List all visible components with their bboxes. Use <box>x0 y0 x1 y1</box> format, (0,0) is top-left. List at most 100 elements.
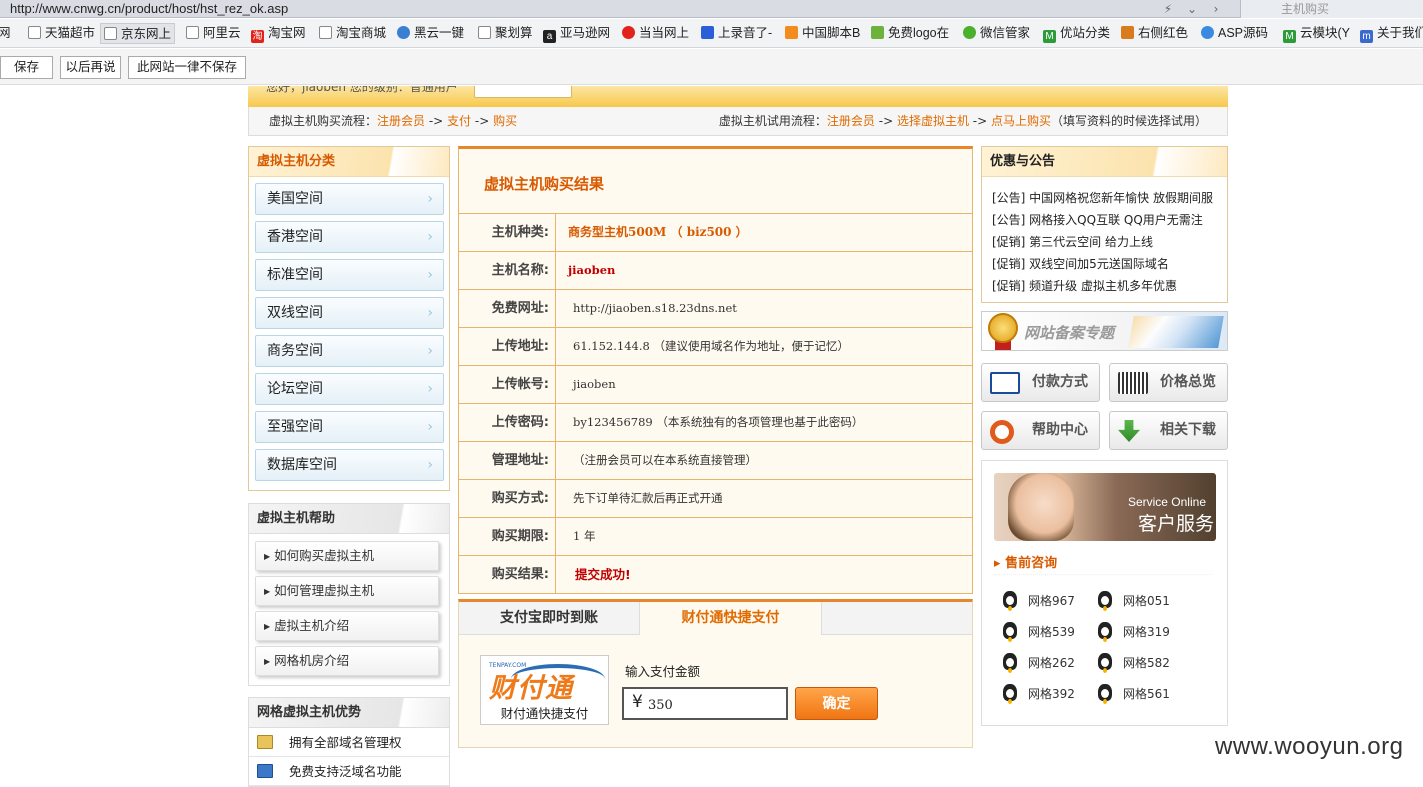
category-forum[interactable]: 论坛空间 › <box>255 373 444 405</box>
purchase-term-value: 1 年 <box>573 529 596 543</box>
bookmark-item[interactable]: M 优站分类 <box>1043 23 1110 44</box>
help-link-intro[interactable]: ▶ 虚拟主机介绍 <box>255 611 439 641</box>
notice-panel: 优惠与公告 [公告] 中国网格祝您新年愉快 放假期间服 [公告] 网格接入QQ互… <box>981 146 1228 303</box>
table-row: 主机种类: 商务型主机500M （ biz500 ） <box>459 214 972 252</box>
bookmark-item[interactable]: 免费logo在 <box>871 23 949 44</box>
lightning-icon[interactable]: ⚡ <box>1157 0 1179 18</box>
bookmark-label: 云模块(Y <box>1300 26 1351 40</box>
never-save-button[interactable]: 此网站一律不保存 <box>128 56 246 79</box>
flow-link-pay[interactable]: 支付 <box>447 114 471 128</box>
amount-input[interactable] <box>648 695 778 715</box>
qq-contact[interactable]: 网格051 <box>1095 591 1170 611</box>
bookmark-item[interactable]: 京东网上 <box>100 23 176 44</box>
bookmark-label: 右侧红色 <box>1138 26 1189 40</box>
save-password-button[interactable]: 保存 <box>0 56 53 79</box>
category-label: 香港空间 <box>267 229 323 245</box>
trial-link-buy[interactable]: 点马上购买 <box>991 114 1051 128</box>
qq-contact[interactable]: 网格967 <box>1000 591 1075 611</box>
category-business[interactable]: 商务空间 › <box>255 335 444 367</box>
category-standard[interactable]: 标准空间 › <box>255 259 444 291</box>
bookmark-item[interactable]: 淘宝商城 <box>319 23 386 44</box>
page-icon <box>28 26 41 39</box>
later-button[interactable]: 以后再说 <box>60 56 121 79</box>
browser-tab[interactable]: 主机购买 <box>1240 0 1423 18</box>
payment-methods-button[interactable]: 付款方式 <box>981 363 1100 402</box>
purchase-method-value: 先下订单待汇款后再正式开通 <box>573 491 723 505</box>
bookmark-item[interactable]: a 亚马逊网 <box>543 23 610 44</box>
trial-link-select[interactable]: 选择虚拟主机 <box>897 114 969 128</box>
bookmark-item[interactable]: M 云模块(Y <box>1283 23 1350 44</box>
help-link-datacenter[interactable]: ▶ 网格机房介绍 <box>255 646 439 676</box>
table-row: 主机名称: jiaoben <box>459 252 972 290</box>
flow-link-register[interactable]: 注册会员 <box>377 114 425 128</box>
category-database[interactable]: 数据库空间 › <box>255 449 444 481</box>
help-label: 如何购买虚拟主机 <box>274 548 375 563</box>
help-label: 虚拟主机介绍 <box>274 618 350 633</box>
bookmark-item[interactable]: 黑云一键 <box>397 23 464 44</box>
chevron-right-icon: › <box>427 343 433 359</box>
qq-penguin-icon <box>1000 653 1022 671</box>
table-row: 管理地址: （注册会员可以在本系统直接管理） <box>459 442 972 480</box>
tab-tenpay[interactable]: 财付通快捷支付 <box>640 602 821 635</box>
bookmark-item[interactable]: m 关于我们 <box>1360 23 1423 44</box>
qq-label: 网格539 <box>1028 625 1075 639</box>
qq-contact[interactable]: 网格392 <box>1000 684 1075 704</box>
beian-banner[interactable]: 网站备案专题 <box>981 311 1228 351</box>
triangle-right-icon: ▶ <box>264 552 271 561</box>
bookmark-item[interactable]: 中国脚本B <box>785 23 860 44</box>
circle-icon <box>397 26 410 39</box>
qq-contact[interactable]: 网格319 <box>1095 622 1170 642</box>
downloads-button[interactable]: 相关下载 <box>1109 411 1228 450</box>
notice-item[interactable]: [促销] 频道升级 虚拟主机多年优惠 <box>992 277 1177 294</box>
bookmark-item[interactable]: 微信管家 <box>963 23 1030 44</box>
confirm-button[interactable]: 确定 <box>795 687 878 720</box>
table-row: 免费网址: http://jiaoben.s18.23dns.net <box>459 290 972 328</box>
bookmark-item[interactable]: 聚划算 <box>478 23 533 44</box>
bookmark-label: 亚马逊网 <box>560 26 611 40</box>
trial-flow-label: 虚拟主机试用流程： <box>718 114 827 128</box>
bookmark-item[interactable]: 当当网上 <box>622 23 689 44</box>
dangdang-icon <box>622 26 635 39</box>
member-center-button[interactable] <box>474 86 572 98</box>
category-us[interactable]: 美国空间 › <box>255 183 444 215</box>
amount-field[interactable]: ¥ <box>622 687 788 720</box>
bookmark-item[interactable]: 阿里云 <box>186 23 241 44</box>
category-dual-line[interactable]: 双线空间 › <box>255 297 444 329</box>
bookmark-item[interactable]: 天猫超市 <box>28 23 95 44</box>
help-center-button[interactable]: 帮助中心 <box>981 411 1100 450</box>
category-hk[interactable]: 香港空间 › <box>255 221 444 253</box>
bookmark-item[interactable]: 上录音了- <box>701 23 772 44</box>
qq-contact[interactable]: 网格582 <box>1095 653 1170 673</box>
bookmark-item[interactable]: ASP源码 <box>1201 23 1268 44</box>
qq-contact[interactable]: 网格539 <box>1000 622 1075 642</box>
url-text[interactable]: http://www.cnwg.cn/product/host/hst_rez_… <box>10 1 288 16</box>
row-label: 免费网址: <box>459 290 556 327</box>
medal-icon <box>988 313 1018 343</box>
chevron-right-icon[interactable]: › <box>1205 0 1227 18</box>
free-url-value[interactable]: http://jiaoben.s18.23dns.net <box>573 290 737 327</box>
bookmark-item[interactable]: 右侧红色 <box>1121 23 1188 44</box>
address-bar[interactable]: http://www.cnwg.cn/product/host/hst_rez_… <box>0 0 1423 18</box>
bullet-icon: ▸ <box>994 556 1006 571</box>
trial-link-register[interactable]: 注册会员 <box>827 114 875 128</box>
purchase-result-panel: 虚拟主机购买结果 主机种类: 商务型主机500M （ biz500 ） 主机名称:… <box>458 146 973 594</box>
qq-contact[interactable]: 网格262 <box>1000 653 1075 673</box>
notice-item[interactable]: [公告] 网格接入QQ互联 QQ用户无需注 <box>992 211 1203 228</box>
password-save-bar: 保存 以后再说 此网站一律不保存 <box>0 49 1423 85</box>
qq-contact[interactable]: 网格561 <box>1095 684 1170 704</box>
chevron-down-icon[interactable]: ⌄ <box>1181 0 1203 18</box>
flow-link-buy[interactable]: 购买 <box>493 114 517 128</box>
notice-item[interactable]: [公告] 中国网格祝您新年愉快 放假期间服 <box>992 189 1213 206</box>
bookmark-item[interactable]: 网 <box>0 23 11 44</box>
notice-item[interactable]: [促销] 第三代云空间 给力上线 <box>992 233 1153 250</box>
bookmark-item[interactable]: 淘淘宝网 <box>251 23 306 44</box>
bookmark-label: 当当网上 <box>639 26 690 40</box>
category-xeon[interactable]: 至强空间 › <box>255 411 444 443</box>
tab-alipay[interactable]: 支付宝即时到账 <box>459 602 640 635</box>
price-overview-button[interactable]: 价格总览 <box>1109 363 1228 402</box>
notice-item[interactable]: [促销] 双线空间加5元送国际域名 <box>992 255 1169 272</box>
help-link-buy[interactable]: ▶ 如何购买虚拟主机 <box>255 541 439 571</box>
help-link-manage[interactable]: ▶ 如何管理虚拟主机 <box>255 576 439 606</box>
row-label: 上传地址: <box>459 328 556 365</box>
wechat-icon <box>963 26 976 39</box>
